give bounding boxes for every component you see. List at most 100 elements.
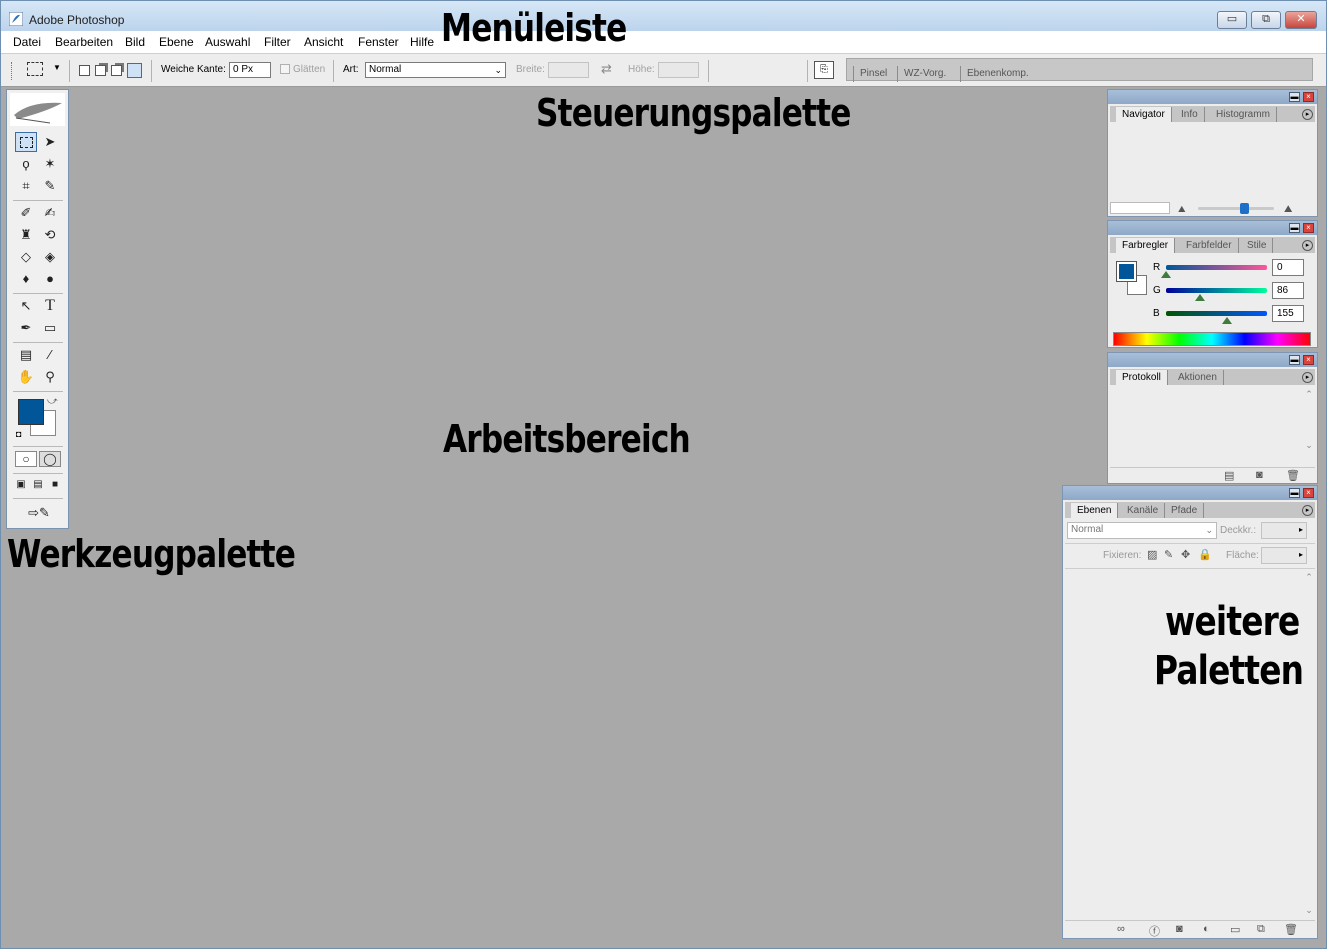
palette-menu-icon[interactable]: ▸ <box>1302 109 1313 120</box>
slice-tool-icon[interactable]: ✎ <box>39 176 61 196</box>
layer-style-icon[interactable]: ⓕ <box>1149 923 1160 939</box>
preset-dropdown-icon[interactable]: ▼ <box>53 63 61 72</box>
lock-position-icon[interactable]: ✥ <box>1181 548 1190 561</box>
file-browser-icon[interactable]: ⎘ <box>814 61 834 79</box>
tab-swatches[interactable]: Farbfelder <box>1180 238 1239 253</box>
palette-titlebar[interactable]: ▬ × <box>1108 221 1317 235</box>
eyedropper-tool-icon[interactable]: ⁄ <box>39 345 61 365</box>
tab-histogram[interactable]: Histogramm <box>1210 107 1277 122</box>
restore-button[interactable]: ⧉ <box>1251 11 1281 29</box>
tab-channels[interactable]: Kanäle <box>1121 503 1166 518</box>
marquee-preset-icon[interactable] <box>27 62 43 76</box>
intersect-selection-icon[interactable] <box>127 63 142 78</box>
options-grip[interactable] <box>11 62 13 80</box>
menu-ebene[interactable]: Ebene <box>159 35 194 49</box>
menu-fenster[interactable]: Fenster <box>358 35 399 49</box>
tab-layers[interactable]: Ebenen <box>1071 503 1119 518</box>
pen-tool-icon[interactable]: ✒ <box>15 318 37 338</box>
palette-menu-icon[interactable]: ▸ <box>1302 505 1313 516</box>
palette-titlebar[interactable]: ▬ × <box>1108 90 1317 104</box>
zoom-in-icon[interactable]: ⛰ <box>1284 204 1292 215</box>
healing-brush-tool-icon[interactable]: ✐ <box>15 203 37 223</box>
tab-paths[interactable]: Pfade <box>1165 503 1205 518</box>
feather-logo-icon[interactable] <box>10 93 65 126</box>
color-ramp[interactable] <box>1113 332 1311 346</box>
style-select[interactable]: Normal ⌄ <box>365 62 506 78</box>
swap-dimensions-icon[interactable]: ⇄ <box>601 61 612 77</box>
close-palette-icon[interactable]: × <box>1303 355 1314 365</box>
well-tab-tool-presets[interactable]: WZ-Vorg. <box>897 66 954 82</box>
channel-r-thumb[interactable] <box>1161 271 1171 278</box>
palette-titlebar[interactable]: ▬ × <box>1063 486 1317 500</box>
dodge-tool-icon[interactable]: ● <box>39 269 61 289</box>
height-input[interactable] <box>658 62 699 78</box>
color-foreground-swatch[interactable] <box>1116 261 1137 282</box>
fill-input[interactable]: ▸ <box>1261 547 1307 564</box>
minimize-palette-icon[interactable]: ▬ <box>1289 223 1300 233</box>
minimize-button[interactable]: ▭ <box>1217 11 1247 29</box>
eraser-tool-icon[interactable]: ◇ <box>15 247 37 267</box>
menu-ansicht[interactable]: Ansicht <box>304 35 343 49</box>
minimize-palette-icon[interactable]: ▬ <box>1289 355 1300 365</box>
channel-g-input[interactable]: 86 <box>1272 282 1304 299</box>
fullscreen-menu-mode-icon[interactable]: ▤ <box>30 478 46 492</box>
menu-datei[interactable]: Datei <box>13 35 41 49</box>
history-brush-tool-icon[interactable]: ⟲ <box>39 225 61 245</box>
close-palette-icon[interactable]: × <box>1303 223 1314 233</box>
menu-bild[interactable]: Bild <box>125 35 145 49</box>
tab-styles[interactable]: Stile <box>1241 238 1274 253</box>
opacity-input[interactable]: ▸ <box>1261 522 1307 539</box>
swap-colors-icon[interactable]: ⤻ <box>47 396 58 407</box>
channel-b-slider[interactable] <box>1166 311 1267 316</box>
palette-titlebar[interactable]: ▬ × <box>1108 353 1317 367</box>
channel-g-thumb[interactable] <box>1195 294 1205 301</box>
add-selection-icon[interactable] <box>95 65 106 76</box>
menu-filter[interactable]: Filter <box>264 35 291 49</box>
layers-scrollbar[interactable]: ⌃ ⌄ <box>1303 572 1315 918</box>
menu-hilfe[interactable]: Hilfe <box>410 35 434 49</box>
trash-icon[interactable]: 🗑 <box>1286 469 1300 482</box>
clone-stamp-tool-icon[interactable]: ♜ <box>15 225 37 245</box>
history-scrollbar[interactable]: ⌃ ⌄ <box>1303 389 1315 467</box>
magic-wand-tool-icon[interactable]: ✶ <box>39 154 61 174</box>
well-tab-layer-comps[interactable]: Ebenenkomp. <box>960 66 1037 82</box>
fullscreen-mode-icon[interactable]: ■ <box>47 478 63 492</box>
quick-mask-mode-icon[interactable]: ◯ <box>39 451 61 467</box>
type-tool-icon[interactable]: T <box>39 296 61 316</box>
new-selection-icon[interactable] <box>79 65 90 76</box>
minimize-palette-icon[interactable]: ▬ <box>1289 92 1300 102</box>
delete-layer-icon[interactable]: 🗑 <box>1284 923 1298 936</box>
paint-bucket-tool-icon[interactable]: ◈ <box>39 247 61 267</box>
zoom-input[interactable] <box>1110 202 1170 214</box>
link-layers-icon[interactable]: ∞ <box>1117 923 1125 935</box>
hand-tool-icon[interactable]: ✋ <box>15 367 37 387</box>
subtract-selection-icon[interactable] <box>111 65 122 76</box>
tab-navigator[interactable]: Navigator <box>1116 107 1172 122</box>
move-tool-icon[interactable]: ➤ <box>39 132 61 152</box>
blur-tool-icon[interactable]: ♦ <box>15 269 37 289</box>
standard-mode-icon[interactable]: ○ <box>15 451 37 467</box>
tab-color[interactable]: Farbregler <box>1116 238 1176 253</box>
lock-transparency-icon[interactable]: ▨ <box>1147 548 1157 561</box>
path-selection-tool-icon[interactable]: ↖ <box>15 296 37 316</box>
notes-tool-icon[interactable]: ▤ <box>15 345 37 365</box>
close-palette-icon[interactable]: × <box>1303 92 1314 102</box>
lock-all-icon[interactable]: 🔒 <box>1198 548 1212 561</box>
tab-actions[interactable]: Aktionen <box>1172 370 1224 385</box>
tab-history[interactable]: Protokoll <box>1116 370 1168 385</box>
lasso-tool-icon[interactable]: ϙ <box>15 154 37 174</box>
menu-bearbeiten[interactable]: Bearbeiten <box>55 35 113 49</box>
zoom-slider-thumb[interactable] <box>1239 203 1249 214</box>
antialias-checkbox[interactable] <box>280 64 290 74</box>
lock-image-icon[interactable]: ✎ <box>1164 548 1173 561</box>
zoom-tool-icon[interactable]: ⚲ <box>39 367 61 387</box>
crop-tool-icon[interactable]: ⌗ <box>15 176 37 196</box>
channel-b-input[interactable]: 155 <box>1272 305 1304 322</box>
foreground-color-swatch[interactable] <box>18 399 44 425</box>
well-tab-brushes[interactable]: Pinsel <box>853 66 895 82</box>
menu-auswahl[interactable]: Auswahl <box>205 35 250 49</box>
new-layer-icon[interactable]: ⧉ <box>1257 923 1265 936</box>
channel-r-slider[interactable] <box>1166 265 1267 270</box>
new-group-icon[interactable]: ▭ <box>1230 923 1240 936</box>
zoom-slider[interactable] <box>1198 207 1274 210</box>
